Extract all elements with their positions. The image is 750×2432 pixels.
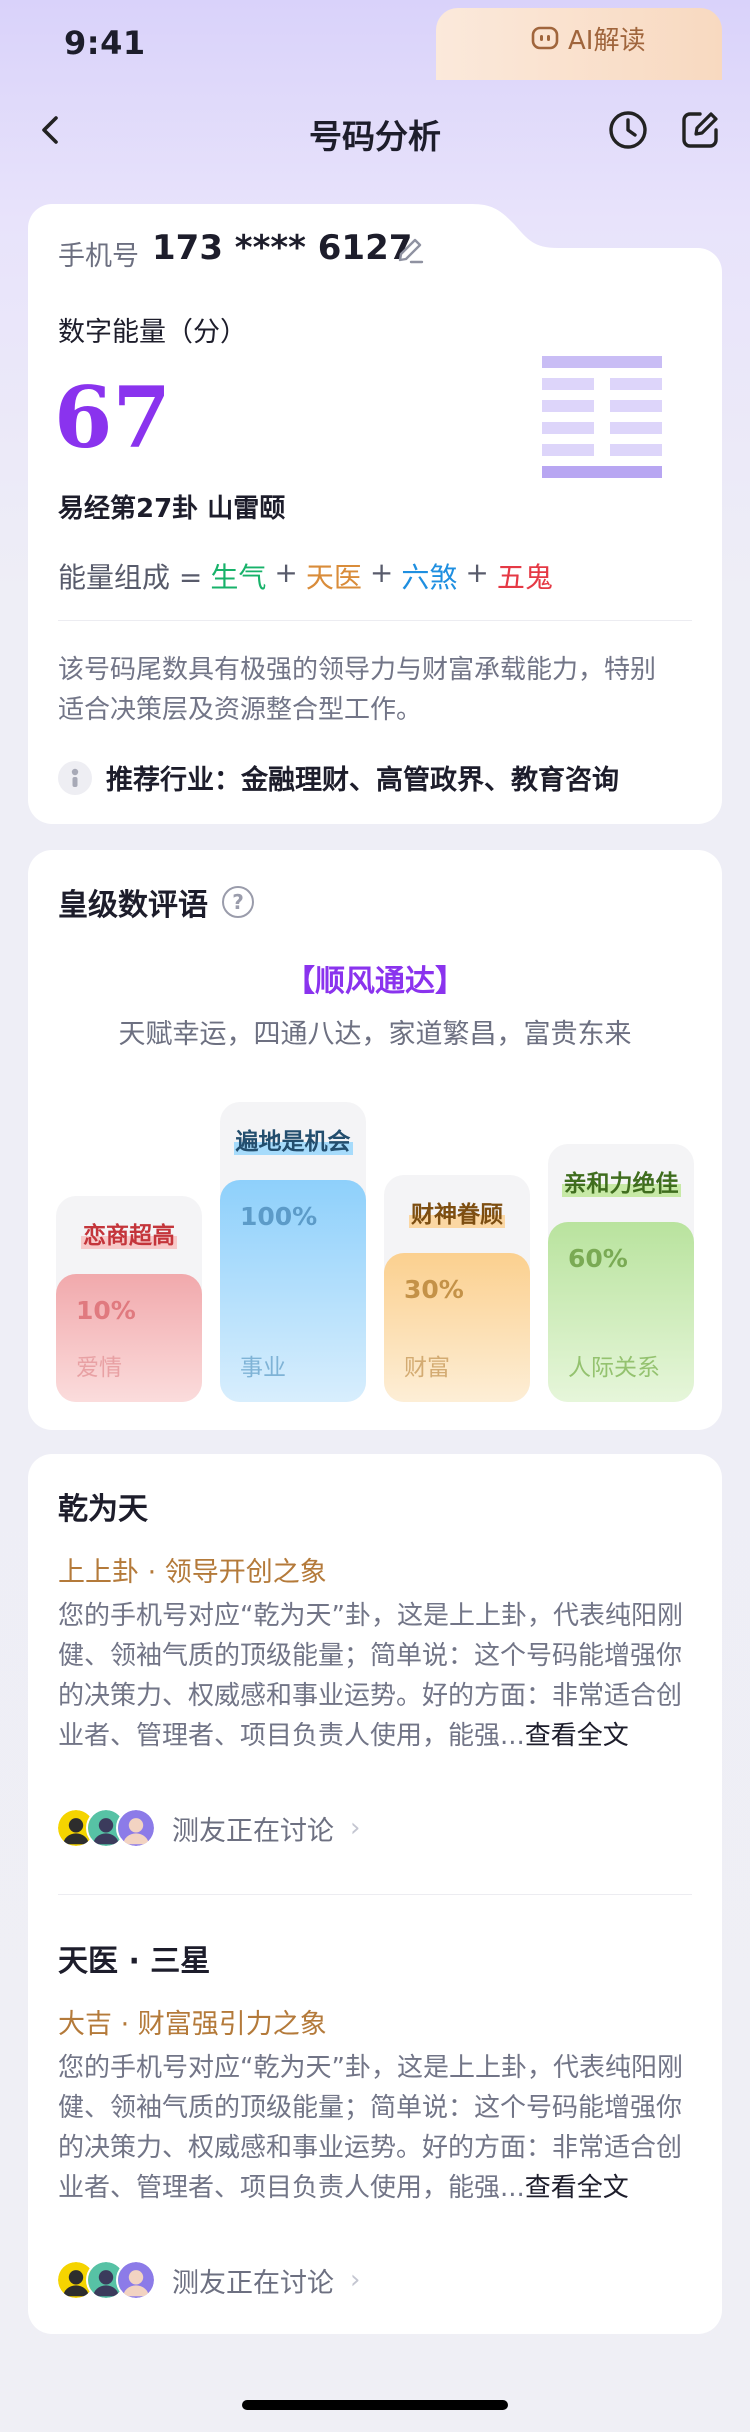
grade-bar: 遍地是机会 100% 事业: [220, 1102, 366, 1402]
item-body: 您的手机号对应“乾为天”卦，这是上上卦，代表纯阳刚健、领袖气质的顶级能量；简单说…: [58, 2048, 688, 2208]
grade-bar-category: 人际关系: [568, 1354, 660, 1381]
grade-bar-tag-text: 恋商超高: [81, 1222, 177, 1249]
grade-bar-tag: 亲和力绝佳: [548, 1164, 694, 1198]
grade-slogan: 【顺风通达】: [285, 964, 465, 999]
plus-sign: +: [274, 556, 298, 589]
ai-interpret-label: AI解读: [568, 25, 646, 56]
read-more-link[interactable]: 查看全文: [525, 1721, 629, 1751]
grade-bar-category: 爱情: [76, 1354, 122, 1381]
grade-section-title: 皇级数评语 ?: [58, 880, 254, 924]
discussion-label: 测友正在讨论: [172, 2267, 334, 2299]
grade-bar-tag-text: 亲和力绝佳: [561, 1170, 681, 1197]
grade-bar-percent: 60%: [568, 1243, 628, 1273]
grade-bar-tag: 财神眷顾: [384, 1195, 530, 1229]
plus-sign: +: [369, 556, 394, 589]
item-subtitle: 上上卦 · 领导开创之象: [58, 1557, 327, 1588]
home-indicator: [242, 2400, 508, 2410]
history-icon[interactable]: [606, 108, 650, 152]
avatar: [116, 1808, 156, 1848]
gua-name: 易经第27卦 山雷颐: [58, 494, 286, 524]
grade-title: 皇级数评语: [58, 888, 208, 923]
discussion-row[interactable]: 测友正在讨论 ›: [56, 2260, 360, 2300]
person-icon: [58, 760, 92, 795]
recommended-industry: 推荐行业：金融理财、高管政界、教育咨询: [58, 758, 619, 797]
divider: [58, 620, 692, 621]
compose-item: 天医: [305, 561, 362, 594]
chevron-right-icon: ›: [350, 2265, 361, 2295]
grade-bar-fill: 10% 爱情: [56, 1273, 202, 1402]
grade-bar-tag-text: 遍地是机会: [233, 1129, 353, 1156]
rec-value: 金融理财、高管政界、教育咨询: [241, 765, 619, 796]
compose-item: 生气: [210, 561, 267, 594]
avatar-group: [56, 2260, 160, 2300]
pencil-icon[interactable]: [394, 234, 426, 266]
grade-bar-tag: 恋商超高: [56, 1216, 202, 1250]
plus-sign: +: [465, 556, 489, 589]
grade-bar-tag: 遍地是机会: [220, 1122, 366, 1156]
summary-description: 该号码尾数具有极强的领导力与财富承载能力，特别适合决策层及资源整合型工作。: [58, 655, 657, 725]
ai-interpret-button[interactable]: AI解读: [530, 14, 645, 62]
item-title: 乾为天: [58, 1492, 148, 1527]
grade-bar-category: 财富: [404, 1354, 450, 1381]
compose-label: 能量组成 =: [58, 561, 203, 594]
phone-number: 173 **** 6127: [152, 228, 413, 268]
discussion-label: 测友正在讨论: [172, 1815, 334, 1847]
edit-icon[interactable]: [678, 108, 722, 152]
avatar-group: [56, 1808, 160, 1848]
grade-bar: 恋商超高 10% 爱情: [56, 1195, 202, 1402]
item-subtitle: 大吉 · 财富强引力之象: [58, 2009, 327, 2040]
nav-bar: 号码分析: [0, 96, 750, 168]
grade-bar-fill: 100% 事业: [220, 1180, 366, 1402]
compose-item: 五鬼: [496, 561, 553, 594]
help-icon[interactable]: ?: [222, 886, 254, 918]
grade-bar-category: 事业: [240, 1354, 286, 1381]
grade-bar-percent: 100%: [240, 1202, 318, 1232]
grade-bar: 亲和力绝佳 60% 人际关系: [548, 1143, 694, 1402]
energy-score: 67: [54, 368, 171, 467]
discussion-row[interactable]: 测友正在讨论 ›: [56, 1808, 360, 1848]
grade-bar: 财神眷顾 30% 财富: [384, 1174, 530, 1402]
avatar: [116, 2260, 156, 2300]
chevron-right-icon: ›: [350, 1813, 361, 1843]
divider: [58, 1894, 692, 1895]
grade-slogan-sub: 天赋幸运，四通八达，家道繁昌，富贵东来: [118, 1019, 632, 1050]
phone-label: 手机号: [58, 241, 139, 272]
grade-bar-percent: 10%: [76, 1295, 136, 1325]
ai-robot-icon: [531, 26, 559, 50]
energy-label: 数字能量（分）: [58, 317, 247, 348]
grade-bar-fill: 30% 财富: [384, 1252, 530, 1402]
hexagram-icon: [542, 356, 662, 478]
grade-bar-percent: 30%: [404, 1274, 464, 1304]
compose-item: 六煞: [401, 561, 458, 594]
energy-composition: 能量组成 = 生气 + 天医 + 六煞 + 五鬼: [58, 556, 553, 596]
read-more-link[interactable]: 查看全文: [525, 2173, 629, 2203]
rec-label: 推荐行业：: [106, 765, 241, 796]
item-title: 天医 · 三星: [58, 1944, 211, 1979]
status-time: 9:41: [64, 24, 146, 62]
grade-bar-tag-text: 财神眷顾: [409, 1201, 505, 1228]
grade-bar-fill: 60% 人际关系: [548, 1221, 694, 1402]
item-body: 您的手机号对应“乾为天”卦，这是上上卦，代表纯阳刚健、领袖气质的顶级能量；简单说…: [58, 1596, 688, 1756]
